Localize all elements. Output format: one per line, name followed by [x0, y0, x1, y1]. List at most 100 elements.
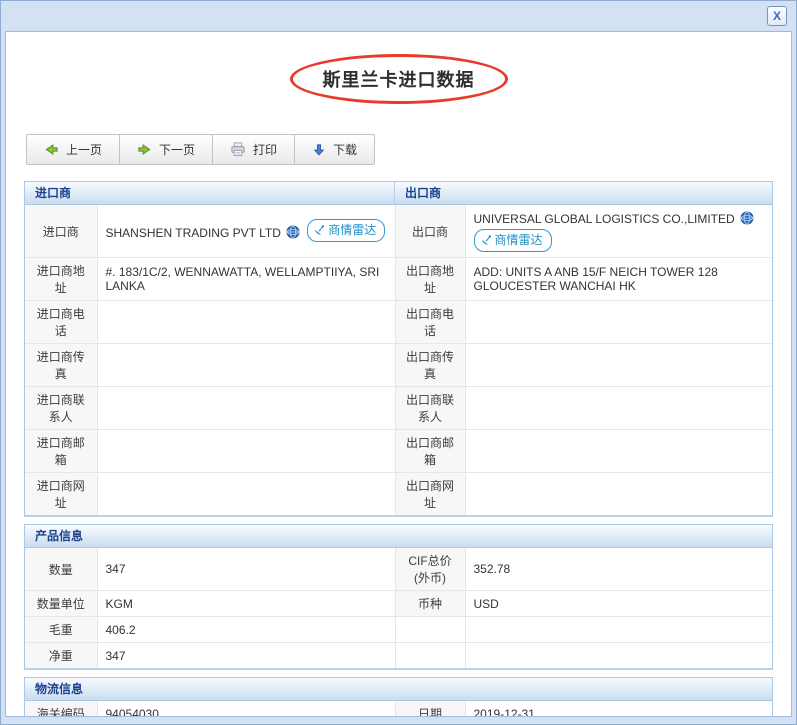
quantity-unit-value: KGM — [96, 590, 396, 617]
radar-badge[interactable]: 商情雷达 — [307, 219, 386, 242]
arrow-left-icon — [45, 144, 58, 155]
parties-table: 进口商 SHANSHEN TRADING PVT LTD 商情雷达 出口商 UN… — [25, 205, 772, 515]
arrow-right-icon — [138, 144, 151, 155]
next-page-button[interactable]: 下一页 — [120, 135, 214, 164]
importer-name: SHANSHEN TRADING PVT LTD — [105, 226, 281, 240]
exporter-website-label: 出口商网址 — [394, 472, 466, 515]
table-row: 进口商 SHANSHEN TRADING PVT LTD 商情雷达 出口商 UN… — [25, 205, 772, 258]
print-button[interactable]: 打印 — [213, 135, 296, 164]
empty-value-cell — [464, 616, 772, 643]
importer-website-label: 进口商网址 — [25, 472, 98, 515]
prev-page-label: 上一页 — [66, 143, 103, 157]
download-label: 下载 — [333, 143, 358, 157]
importer-section-header: 进口商 — [25, 182, 395, 204]
currency-value: USD — [464, 590, 772, 617]
date-label: 日期 — [394, 701, 466, 716]
arrow-down-icon — [313, 143, 325, 155]
empty-label-cell — [394, 616, 466, 643]
section-logistics: 物流信息 海关编码 94054030 日期 2019-12-31 启运港 NAN… — [24, 677, 773, 716]
parties-section-header: 进口商 出口商 — [25, 182, 772, 205]
importer-label: 进口商 — [25, 205, 98, 258]
page-title: 斯里兰卡进口数据 — [322, 70, 475, 90]
dialog-titlebar: X — [1, 1, 796, 31]
empty-value-cell — [464, 642, 772, 668]
exporter-contact-value — [464, 386, 772, 430]
quantity-value: 347 — [96, 548, 396, 591]
globe-icon[interactable] — [740, 211, 754, 225]
table-row: 海关编码 94054030 日期 2019-12-31 — [25, 701, 772, 716]
exporter-contact-label: 出口商联系人 — [394, 386, 466, 430]
logistics-section-header: 物流信息 — [25, 678, 772, 701]
product-section-header: 产品信息 — [25, 525, 772, 548]
importer-contact-value — [96, 386, 396, 430]
net-weight-value: 347 — [96, 642, 396, 668]
radar-badge[interactable]: 商情雷达 — [473, 229, 552, 252]
importer-address-label: 进口商地址 — [25, 257, 98, 301]
hs-code-label: 海关编码 — [25, 701, 98, 716]
close-icon: X — [772, 9, 781, 23]
exporter-address-label: 出口商地址 — [394, 257, 466, 301]
importer-email-value — [96, 429, 396, 473]
importer-phone-value — [96, 300, 396, 344]
section-parties: 进口商 出口商 进口商 SHANSHEN TRADING PVT LTD 商情雷… — [24, 181, 773, 517]
currency-label: 币种 — [394, 590, 466, 617]
radar-badge-label: 商情雷达 — [328, 223, 377, 237]
importer-fax-label: 进口商传真 — [25, 343, 98, 387]
importer-fax-value — [96, 343, 396, 387]
exporter-name: UNIVERSAL GLOBAL LOGISTICS CO.,LIMITED — [473, 212, 735, 226]
table-row: 净重 347 — [25, 642, 772, 668]
section-product: 产品信息 数量 347 CIF总价(外币) 352.78 数量单位 KGM 币种… — [24, 524, 773, 670]
cif-total-label: CIF总价(外币) — [394, 548, 466, 591]
table-row: 进口商地址 #. 183/1C/2, WENNAWATTA, WELLAMPTI… — [25, 257, 772, 301]
prev-page-button[interactable]: 上一页 — [27, 135, 121, 164]
exporter-fax-value — [464, 343, 772, 387]
importer-website-value — [96, 472, 396, 515]
download-button[interactable]: 下载 — [295, 135, 374, 164]
date-value: 2019-12-31 — [464, 701, 772, 716]
importer-contact-label: 进口商联系人 — [25, 386, 98, 430]
satellite-dish-icon — [481, 235, 491, 245]
printer-icon — [231, 142, 245, 157]
exporter-website-value — [464, 472, 772, 515]
content-panel: 斯里兰卡进口数据 上一页 下一页 打印 下载 进口商 出口商 进口商 SHANS… — [5, 31, 792, 717]
importer-phone-label: 进口商电话 — [25, 300, 98, 344]
next-page-label: 下一页 — [159, 143, 196, 157]
print-label: 打印 — [253, 143, 278, 157]
quantity-unit-label: 数量单位 — [25, 590, 98, 617]
table-row: 数量单位 KGM 币种 USD — [25, 590, 772, 617]
radar-badge-label: 商情雷达 — [494, 233, 543, 247]
globe-icon[interactable] — [286, 225, 300, 239]
dialog-window: X 斯里兰卡进口数据 上一页 下一页 打印 下载 进口商 出口商 进口商 SHA… — [0, 0, 797, 725]
gross-weight-label: 毛重 — [25, 616, 98, 643]
close-button[interactable]: X — [767, 6, 787, 26]
exporter-fax-label: 出口商传真 — [394, 343, 466, 387]
importer-name-cell: SHANSHEN TRADING PVT LTD 商情雷达 — [96, 205, 396, 258]
table-row: 毛重 406.2 — [25, 616, 772, 643]
exporter-label: 出口商 — [394, 205, 466, 258]
exporter-phone-value — [464, 300, 772, 344]
exporter-email-label: 出口商邮箱 — [394, 429, 466, 473]
product-table: 数量 347 CIF总价(外币) 352.78 数量单位 KGM 币种 USD … — [25, 548, 772, 668]
table-row: 进口商传真 出口商传真 — [25, 343, 772, 387]
cif-total-value: 352.78 — [464, 548, 772, 591]
satellite-dish-icon — [314, 225, 325, 235]
empty-label-cell — [394, 642, 466, 668]
exporter-section-header: 出口商 — [405, 186, 442, 200]
importer-email-label: 进口商邮箱 — [25, 429, 98, 473]
net-weight-label: 净重 — [25, 642, 98, 668]
importer-address-value: #. 183/1C/2, WENNAWATTA, WELLAMPTIIYA, S… — [96, 257, 396, 301]
table-row: 进口商联系人 出口商联系人 — [25, 386, 772, 430]
exporter-phone-label: 出口商电话 — [394, 300, 466, 344]
exporter-address-value: ADD: UNITS A ANB 15/F NEICH TOWER 128 GL… — [464, 257, 772, 301]
table-row: 进口商邮箱 出口商邮箱 — [25, 429, 772, 473]
logistics-table: 海关编码 94054030 日期 2019-12-31 启运港 NANSHA 船… — [25, 701, 772, 716]
exporter-name-cell: UNIVERSAL GLOBAL LOGISTICS CO.,LIMITED 商… — [464, 205, 772, 258]
quantity-label: 数量 — [25, 548, 98, 591]
title-row: 斯里兰卡进口数据 — [24, 54, 773, 120]
exporter-email-value — [464, 429, 772, 473]
red-circle-annotation: 斯里兰卡进口数据 — [289, 54, 508, 104]
table-row: 进口商网址 出口商网址 — [25, 472, 772, 515]
table-row: 数量 347 CIF总价(外币) 352.78 — [25, 548, 772, 591]
hs-code-value: 94054030 — [96, 701, 396, 716]
table-row: 进口商电话 出口商电话 — [25, 300, 772, 344]
